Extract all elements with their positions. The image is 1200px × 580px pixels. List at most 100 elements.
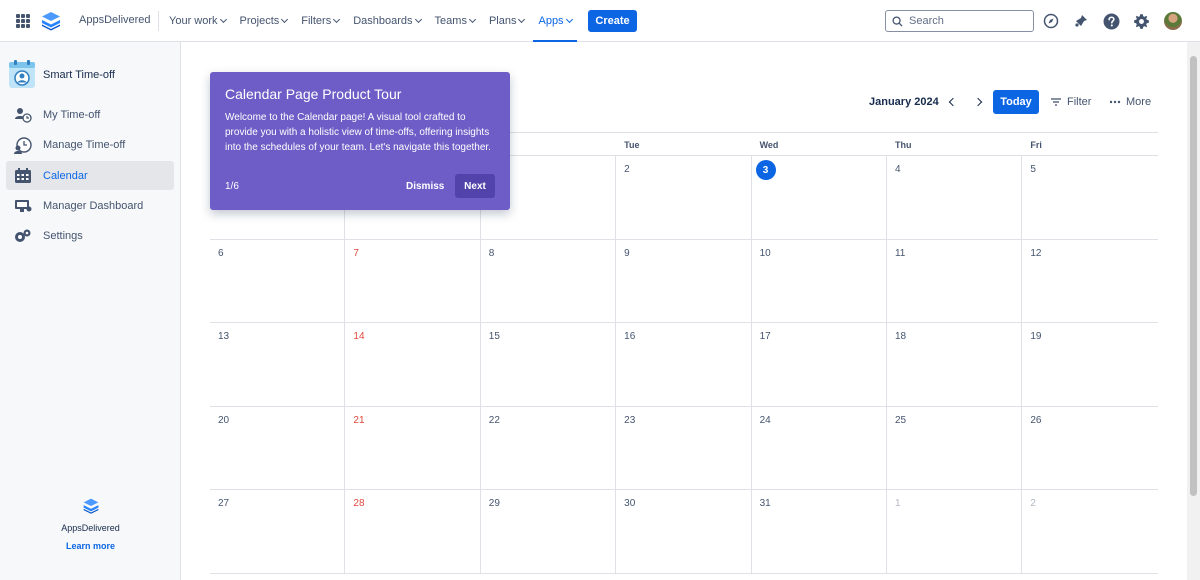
settings-gear-icon[interactable] <box>1132 12 1150 30</box>
sidebar-item-manage-time-off[interactable]: Manage Time-off <box>6 130 174 159</box>
nav-dashboards[interactable]: Dashboards <box>346 0 427 42</box>
calendar-day-cell[interactable]: 2 <box>616 156 752 239</box>
calendar-day-cell[interactable]: 23 <box>616 406 752 490</box>
calendar-day-cell[interactable]: 16 <box>616 323 752 406</box>
calendar-day-cell[interactable]: 5 <box>1022 156 1157 239</box>
calendar-day-cell[interactable]: 21 <box>345 406 481 490</box>
calendar-day-cell[interactable]: 22 <box>481 406 617 490</box>
calendar-day-cell[interactable]: 8 <box>481 239 617 323</box>
calendar-day-cell[interactable]: 25 <box>887 406 1023 490</box>
more-label: More <box>1126 96 1152 108</box>
user-clock-icon <box>15 107 32 123</box>
calendar-day-cell[interactable]: 24 <box>752 406 887 490</box>
nav-your-work[interactable]: Your work <box>162 0 233 42</box>
brand-name[interactable]: AppsDelivered <box>79 14 151 26</box>
calendar-day-cell[interactable]: 19 <box>1022 323 1157 406</box>
appsdelivered-logo-icon[interactable] <box>40 10 62 32</box>
app-sidebar: Smart Time-off My Time-off Manage Time-o… <box>0 42 181 580</box>
calendar-day-cell[interactable]: 14 <box>345 323 481 406</box>
dismiss-button[interactable]: Dismiss <box>398 175 452 198</box>
tour-step-counter: 1/6 <box>225 181 239 192</box>
page-scrollbar[interactable] <box>1187 42 1200 580</box>
previous-month-icon[interactable] <box>947 96 959 108</box>
sidebar-item-calendar[interactable]: Calendar <box>6 161 174 190</box>
calendar-day-cell[interactable]: 31 <box>752 490 887 573</box>
sidebar-header: Smart Time-off <box>8 60 115 90</box>
nav-filters[interactable]: Filters <box>294 0 346 42</box>
smart-timeoff-logo-icon <box>9 60 35 88</box>
team-clock-icon <box>14 136 32 154</box>
calendar-day-cell[interactable]: 20 <box>210 406 346 490</box>
day-number: 4 <box>894 164 901 175</box>
learn-more-link[interactable]: Learn more <box>0 541 181 551</box>
more-button[interactable]: More <box>1109 96 1151 108</box>
day-number: 16 <box>624 331 636 343</box>
calendar-day-cell[interactable]: 13 <box>210 323 346 406</box>
filter-button[interactable]: Filter <box>1050 96 1091 108</box>
dashboard-icon <box>15 199 32 212</box>
nav-teams[interactable]: Teams <box>428 0 482 42</box>
calendar-day-cell[interactable]: 18 <box>887 323 1023 406</box>
product-tour-popover: Calendar Page Product Tour Welcome to th… <box>210 72 510 210</box>
footer-brand-name: AppsDelivered <box>61 523 120 533</box>
sidebar-app-title: Smart Time-off <box>43 69 115 81</box>
main-nav: Your work Projects Filters Dashboards Te… <box>162 0 579 42</box>
chevron-down-icon <box>333 15 341 24</box>
notifications-icon[interactable] <box>1072 12 1090 30</box>
day-number: 2 <box>1030 498 1036 510</box>
scrollbar-thumb[interactable] <box>1190 56 1197 496</box>
next-month-icon[interactable] <box>974 96 986 108</box>
calendar-day-cell[interactable]: 30 <box>616 490 752 573</box>
calendar-day-today[interactable]: 3 <box>752 156 887 239</box>
calendar-day-cell[interactable]: 11 <box>887 239 1023 323</box>
day-number: 8 <box>488 247 495 259</box>
calendar-day-cell[interactable]: 2 <box>1022 490 1157 573</box>
sidebar-item-settings[interactable]: Settings <box>6 221 174 250</box>
next-button[interactable]: Next <box>455 174 495 198</box>
calendar-day-cell[interactable]: 27 <box>210 490 346 573</box>
day-number: 21 <box>353 414 365 426</box>
calendar-day-cell[interactable]: 6 <box>210 239 346 323</box>
chevron-down-icon <box>565 15 573 24</box>
today-button[interactable]: Today <box>993 90 1039 114</box>
day-number: 30 <box>624 498 636 510</box>
calendar-day-cell[interactable]: 28 <box>345 490 481 573</box>
day-number: 6 <box>218 247 224 259</box>
day-number: 24 <box>759 414 771 426</box>
nav-apps[interactable]: Apps <box>531 0 578 42</box>
calendar-day-cell[interactable]: 15 <box>481 323 617 406</box>
search-input[interactable] <box>909 15 1019 27</box>
sidebar-item-label: Calendar <box>43 169 88 182</box>
sidebar-item-manager-dashboard[interactable]: Manager Dashboard <box>6 191 174 220</box>
calendar-day-cell[interactable]: 12 <box>1022 240 1157 323</box>
sidebar-item-my-time-off[interactable]: My Time-off <box>6 100 174 129</box>
calendar-day-cell[interactable]: 10 <box>752 239 887 323</box>
filter-icon <box>1051 98 1061 106</box>
calendar-day-cell[interactable]: 29 <box>481 490 617 573</box>
search-box[interactable] <box>885 10 1034 32</box>
create-button[interactable]: Create <box>588 10 637 32</box>
day-number: 22 <box>488 414 500 426</box>
chevron-down-icon <box>281 15 289 24</box>
nav-plans[interactable]: Plans <box>482 0 532 42</box>
user-avatar[interactable] <box>1164 12 1182 30</box>
compass-icon[interactable] <box>1042 12 1060 30</box>
calendar-day-cell[interactable]: 4 <box>887 156 1023 239</box>
sidebar-item-label: Manage Time-off <box>43 138 126 151</box>
calendar-day-cell[interactable]: 7 <box>345 239 481 323</box>
help-icon[interactable] <box>1102 12 1120 30</box>
day-number: 9 <box>624 247 630 259</box>
calendar-day-cell[interactable]: 26 <box>1022 407 1157 490</box>
day-number: 26 <box>1030 414 1042 426</box>
nav-projects[interactable]: Projects <box>233 0 295 42</box>
day-number: 12 <box>1030 247 1042 259</box>
gears-icon <box>15 229 31 242</box>
app-switcher-icon[interactable] <box>16 14 30 28</box>
weekday-header: Wed <box>759 140 779 150</box>
calendar-icon <box>15 167 31 183</box>
calendar-day-cell[interactable]: 9 <box>616 239 752 323</box>
calendar-day-cell[interactable]: 1 <box>887 490 1023 573</box>
chevron-down-icon <box>468 15 476 24</box>
calendar-day-cell[interactable]: 17 <box>752 323 887 406</box>
calendar-weeks: 2 3 4 5 6 7 8 9 10 11 12 13 14 15 16 17 18 19 20 21 22 23 24 25… <box>210 156 1158 574</box>
